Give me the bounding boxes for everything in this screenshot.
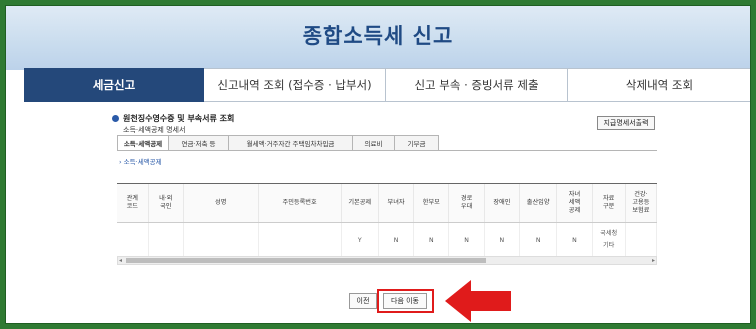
- prev-button[interactable]: 이전: [349, 293, 377, 309]
- col-nationality: 내·외 국인: [148, 184, 184, 223]
- tab-deleted-history[interactable]: 삭제내역 조회: [568, 68, 750, 102]
- col-woman: 부녀자: [378, 184, 415, 223]
- subtab-income-deduction[interactable]: 소득·세액공제: [117, 135, 169, 151]
- col-relation-code: 관계 코드: [117, 184, 149, 223]
- section-subtitle: 소득·세액공제 명세서: [123, 126, 186, 134]
- scroll-right-icon[interactable]: ▸: [652, 257, 655, 264]
- cell-insurance: [625, 222, 657, 256]
- cell-nationality: [148, 222, 184, 256]
- cell-resident-number: [258, 222, 342, 256]
- col-data-source: 자료 구분: [592, 184, 626, 223]
- cell-data-source: 국세청 기타: [592, 222, 626, 256]
- data-source-nts: 국세청: [600, 230, 618, 238]
- red-arrow-icon: [445, 280, 511, 322]
- col-basic-deduction: 기본공제: [341, 184, 379, 223]
- data-source-other: 기타: [602, 242, 615, 249]
- main-tabs: 세금신고 신고내역 조회 (접수증 · 납부서) 신고 부속 · 증빙서류 제출…: [24, 68, 750, 102]
- sub-tabs: 소득·세액공제 연금·저축 등 월세액·거주자간 주택임차차입금 의료비 기부금: [117, 135, 439, 151]
- page-title: 종합소득세 신고: [302, 24, 454, 48]
- col-resident-number: 주민등록번호: [258, 184, 342, 223]
- table-row: Y N N N N N N 국세청 기타: [117, 222, 657, 256]
- cell-relation-code: [117, 222, 149, 256]
- col-senior: 경로 우대: [448, 184, 485, 223]
- col-insurance: 건강· 고용등 보험료: [625, 184, 657, 223]
- cell-single-parent: N: [413, 222, 450, 256]
- col-name: 성명: [183, 184, 259, 223]
- section-title: 원천징수영수증 및 부속서류 조회: [123, 114, 235, 123]
- main-frame: 종합소득세 신고 세금신고 신고내역 조회 (접수증 · 납부서) 신고 부속 …: [5, 5, 751, 324]
- print-statement-button[interactable]: 지급명세서출력: [597, 116, 655, 130]
- col-disabled: 장애인: [484, 184, 520, 223]
- cell-birth-adoption: N: [519, 222, 558, 256]
- scroll-left-icon[interactable]: ◂: [119, 257, 122, 264]
- subtab-medical[interactable]: 의료비: [353, 135, 395, 151]
- cell-senior: N: [448, 222, 485, 256]
- subtab-pension-savings[interactable]: 연금·저축 등: [169, 135, 229, 151]
- cell-name: [183, 222, 259, 256]
- col-birth-adoption: 출산입양: [519, 184, 558, 223]
- deduction-table: 관계 코드 내·외 국인 성명 주민등록번호 기본공제 부녀자 한부모 경로 우대 장…: [117, 183, 657, 256]
- col-child-credit: 자녀 세액 공제: [556, 184, 593, 223]
- tab-document-submit[interactable]: 신고 부속 · 증빙서류 제출: [386, 68, 568, 102]
- section-header: 원천징수영수증 및 부속서류 조회 소득·세액공제 명세서: [112, 113, 234, 135]
- subtab-rent-loan[interactable]: 월세액·거주자간 주택임차차입금: [229, 135, 353, 151]
- subtab-donation[interactable]: 기부금: [395, 135, 439, 151]
- scrollbar-thumb[interactable]: [126, 258, 486, 263]
- table-header-row: 관계 코드 내·외 국인 성명 주민등록번호 기본공제 부녀자 한부모 경로 우대 장…: [117, 184, 657, 223]
- next-button-highlight: [377, 289, 434, 313]
- cell-child-credit: N: [556, 222, 593, 256]
- tab-tax-filing[interactable]: 세금신고: [24, 68, 204, 102]
- page-banner: 종합소득세 신고: [6, 6, 750, 70]
- cell-basic-deduction: Y: [341, 222, 379, 256]
- subtab-divider: [117, 150, 657, 151]
- cell-disabled: N: [484, 222, 520, 256]
- table-horizontal-scrollbar[interactable]: ◂ ▸: [117, 256, 657, 265]
- cell-woman: N: [378, 222, 415, 256]
- col-single-parent: 한부모: [413, 184, 450, 223]
- bullet-icon: [112, 115, 119, 122]
- tab-filing-history[interactable]: 신고내역 조회 (접수증 · 납부서): [204, 68, 386, 102]
- sub-link-income-deduction[interactable]: › 소득·세액공제: [119, 156, 162, 166]
